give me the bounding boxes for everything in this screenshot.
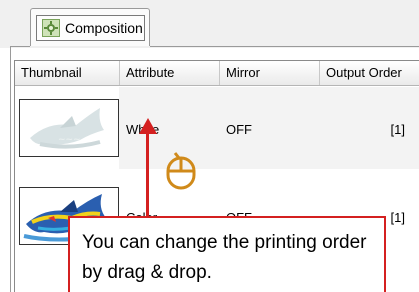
table-header: Thumbnail Attribute Mirror Output Order (15, 61, 419, 86)
column-header-output-order[interactable]: Output Order (320, 61, 419, 85)
up-arrow-icon (139, 118, 157, 134)
tab-divider (10, 46, 30, 47)
composition-window: Composition Thumbnail Attribute Mirror O… (0, 0, 419, 292)
tab-composition[interactable]: Composition (30, 8, 150, 46)
column-header-thumbnail[interactable]: Thumbnail (15, 61, 120, 85)
mirror-cell: OFF (226, 122, 252, 137)
column-header-mirror[interactable]: Mirror (220, 61, 320, 85)
thumbnail-image[interactable]: ~~~ (19, 99, 119, 157)
svg-text:~~~: ~~~ (58, 135, 81, 145)
tab-bar: Composition (0, 0, 419, 48)
table-row[interactable]: ~~~ White OFF [1] (15, 87, 419, 177)
tip-callout: You can change the printing order by dra… (68, 216, 386, 292)
composition-icon (42, 19, 60, 37)
tab-composition-label: Composition (65, 20, 143, 36)
output-order-cell: [1] (390, 210, 405, 225)
tip-callout-text: You can change the printing order by dra… (82, 232, 367, 283)
tab-composition-inner[interactable]: Composition (36, 15, 145, 41)
tab-divider (150, 46, 419, 47)
output-order-cell: [1] (390, 122, 405, 137)
column-header-attribute[interactable]: Attribute (120, 61, 220, 85)
mouse-icon (166, 152, 196, 190)
pane-border (10, 46, 11, 292)
